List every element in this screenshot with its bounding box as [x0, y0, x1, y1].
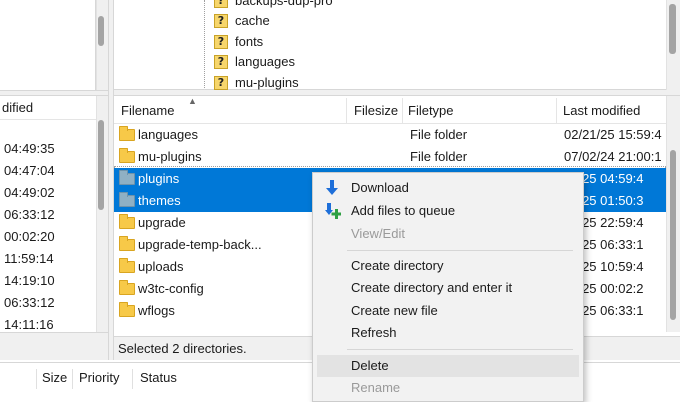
menu-item-label: Create directory — [351, 258, 444, 273]
tree-connector-line — [204, 0, 205, 88]
local-time-cell: 04:49:35 — [4, 141, 55, 156]
tree-item-cache[interactable]: ? cache — [214, 10, 270, 31]
column-separator[interactable] — [36, 369, 37, 389]
local-tree-scrollbar-thumb[interactable] — [98, 16, 104, 46]
menu-item-create-directory[interactable]: Create directory — [317, 255, 579, 277]
folder-icon — [119, 280, 135, 295]
column-separator[interactable] — [556, 98, 557, 124]
menu-item-create-new-file[interactable]: Create new file — [317, 300, 579, 322]
column-separator[interactable] — [132, 369, 133, 389]
local-time-cell: 04:49:02 — [4, 185, 55, 200]
local-file-list[interactable]: 04:49:35 04:47:04 04:49:02 06:33:12 00:0… — [0, 120, 96, 332]
menu-item-add-to-queue[interactable]: Add files to queue — [317, 200, 579, 222]
menu-item-download[interactable]: Download — [317, 177, 579, 199]
status-text: Selected 2 directories. — [118, 341, 247, 356]
menu-item-refresh[interactable]: Refresh — [317, 322, 579, 344]
menu-separator — [347, 250, 573, 251]
queue-column-status[interactable]: Status — [140, 363, 177, 393]
column-separator[interactable] — [72, 369, 73, 389]
tree-item-label: cache — [235, 13, 270, 28]
file-type: File folder — [410, 149, 468, 164]
file-name: w3tc-config — [138, 281, 204, 296]
tree-item-label: fonts — [235, 34, 264, 49]
local-time-cell: 06:33:12 — [4, 295, 55, 310]
file-name: themes — [138, 193, 181, 208]
file-name: upgrade — [138, 215, 186, 230]
queue-column-priority[interactable]: Priority — [79, 363, 119, 393]
context-menu: Download Add files to queue View/Edit Cr… — [312, 172, 584, 402]
download-arrow-icon — [326, 180, 338, 195]
unknown-folder-icon: ? — [214, 0, 228, 8]
tree-item-label: languages — [235, 54, 295, 69]
menu-item-create-directory-enter[interactable]: Create directory and enter it — [317, 277, 579, 299]
menu-item-label: Add files to queue — [351, 203, 456, 218]
menu-item-label: Rename — [351, 380, 401, 395]
unknown-folder-icon: ? — [214, 13, 228, 28]
menu-item-label: Refresh — [351, 325, 397, 340]
column-header-filesize[interactable]: Filesize — [354, 98, 398, 124]
remote-tree-scrollbar-thumb[interactable] — [669, 4, 676, 54]
tree-item-fonts[interactable]: ? fonts — [214, 31, 263, 52]
column-separator[interactable] — [402, 98, 403, 124]
column-header-filetype[interactable]: Filetype — [408, 98, 454, 124]
folder-icon — [119, 302, 135, 317]
unknown-folder-icon: ? — [214, 54, 228, 69]
file-name: uploads — [138, 259, 184, 274]
folder-icon — [119, 192, 135, 207]
local-list-scrollbar-thumb[interactable] — [98, 120, 104, 210]
file-type: File folder — [410, 127, 468, 142]
folder-icon — [119, 214, 135, 229]
local-time-cell: 04:47:04 — [4, 163, 55, 178]
file-name: upgrade-temp-back... — [138, 237, 262, 252]
file-row[interactable]: mu-plugins File folder 07/02/24 21:00:1 — [114, 146, 666, 168]
local-last-modified-header[interactable]: dified — [2, 96, 33, 120]
local-list-header[interactable]: dified — [0, 96, 96, 120]
file-date: 02/21/25 15:59:4 — [564, 127, 662, 142]
file-name: plugins — [138, 171, 180, 186]
local-time-cell: 06:33:12 — [4, 207, 55, 222]
menu-separator — [347, 349, 573, 350]
unknown-folder-icon: ? — [214, 34, 228, 49]
menu-item-label: Create directory and enter it — [351, 280, 513, 295]
menu-item-view-edit: View/Edit — [317, 223, 579, 245]
local-time-cell: 14:19:10 — [4, 273, 55, 288]
file-name: mu-plugins — [138, 149, 202, 164]
local-status-bar — [0, 332, 112, 360]
menu-item-rename: Rename — [317, 377, 579, 399]
queue-column-size[interactable]: Size — [42, 363, 67, 393]
local-time-cell: 00:02:20 — [4, 229, 55, 244]
folder-icon — [119, 170, 135, 185]
column-header-filename[interactable]: Filename — [121, 98, 174, 124]
folder-icon — [119, 148, 135, 163]
sort-ascending-icon: ▲ — [188, 96, 197, 106]
local-time-cell: 11:59:14 — [4, 251, 54, 266]
folder-icon — [119, 126, 135, 141]
local-directory-tree[interactable] — [0, 0, 96, 90]
remote-directory-tree[interactable]: ? backups-dup-pro ? cache ? fonts ? lang… — [114, 0, 666, 90]
menu-item-label: Create new file — [351, 303, 438, 318]
file-row[interactable]: languages File folder 02/21/25 15:59:4 — [114, 124, 666, 146]
tree-item-languages[interactable]: ? languages — [214, 51, 295, 72]
menu-item-label: Delete — [351, 358, 389, 373]
folder-icon — [119, 236, 135, 251]
folder-icon — [119, 258, 135, 273]
menu-item-label: View/Edit — [351, 226, 405, 241]
file-list-scrollbar-thumb[interactable] — [670, 150, 676, 320]
file-date: 07/02/24 21:00:1 — [564, 149, 662, 164]
menu-item-delete[interactable]: Delete — [317, 355, 579, 377]
file-name: languages — [138, 127, 198, 142]
file-name: wflogs — [138, 303, 175, 318]
column-header-last-modified[interactable]: Last modified — [563, 98, 640, 124]
menu-item-label: Download — [351, 180, 409, 195]
unknown-folder-icon: ? — [214, 75, 228, 90]
add-queue-icon — [325, 203, 341, 219]
column-separator[interactable] — [346, 98, 347, 124]
